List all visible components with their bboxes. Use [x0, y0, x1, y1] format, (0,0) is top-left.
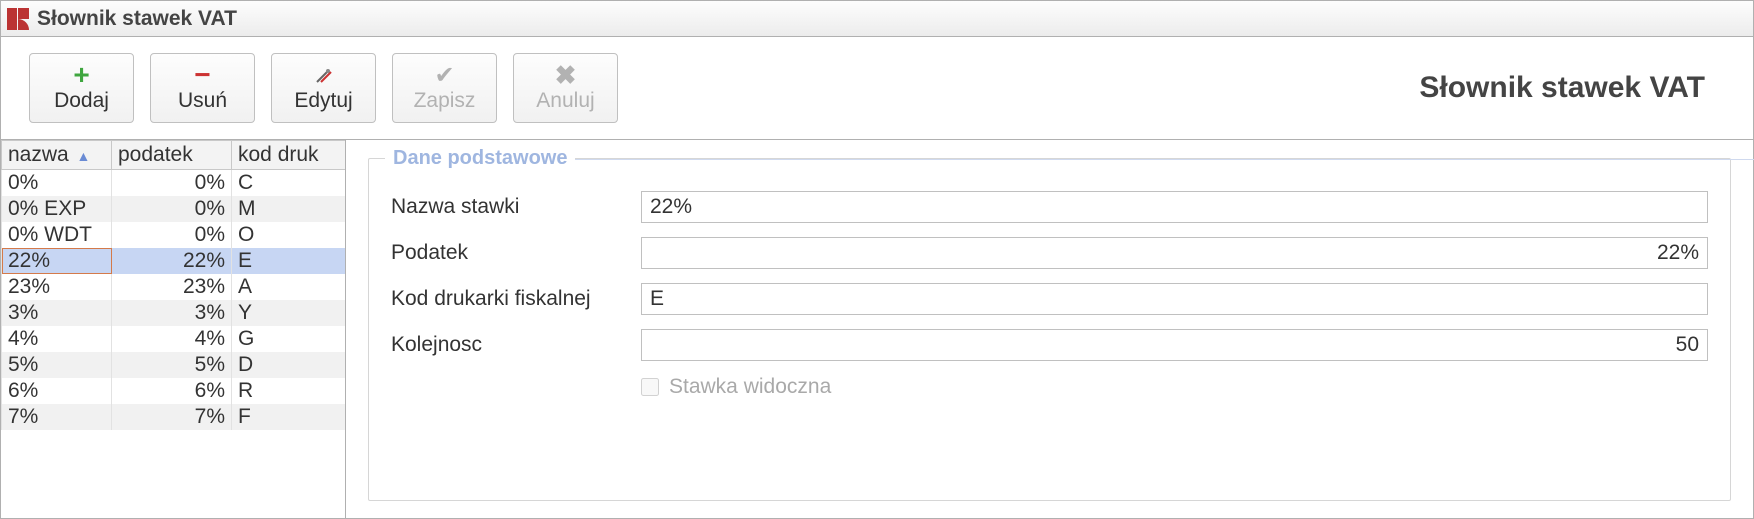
cell-tax: 5%	[112, 352, 232, 378]
save-button: ✔ Zapisz	[392, 53, 497, 123]
row-code: Kod drukarki fiskalnej	[391, 283, 1708, 315]
table-row[interactable]: 4%4%G	[2, 326, 347, 352]
label-code: Kod drukarki fiskalnej	[391, 287, 641, 311]
window-title: Słownik stawek VAT	[37, 7, 237, 31]
cell-code: R	[232, 378, 347, 404]
check-icon: ✔	[434, 63, 454, 87]
col-header-name[interactable]: nazwa ▲	[2, 141, 112, 170]
cell-code: Y	[232, 300, 347, 326]
row-visible: Stawka widoczna	[641, 375, 1708, 399]
cell-name: 5%	[2, 352, 112, 378]
tools-icon	[313, 63, 335, 87]
cell-name: 22%	[2, 248, 112, 274]
cell-tax: 4%	[112, 326, 232, 352]
add-button-label: Dodaj	[54, 89, 109, 113]
detail-panel: Dane podstawowe Nazwa stawki Podatek Kod…	[346, 140, 1753, 519]
titlebar: Słownik stawek VAT	[1, 1, 1753, 37]
row-tax: Podatek	[391, 237, 1708, 269]
cell-tax: 6%	[112, 378, 232, 404]
cell-tax: 7%	[112, 404, 232, 430]
row-order: Kolejnosc	[391, 329, 1708, 361]
col-header-code[interactable]: kod druk	[232, 141, 347, 170]
cancel-button: ✖ Anuluj	[513, 53, 618, 123]
row-name: Nazwa stawki	[391, 191, 1708, 223]
cell-name: 0%	[2, 170, 112, 197]
table-row[interactable]: 7%7%F	[2, 404, 347, 430]
input-code[interactable]	[641, 283, 1708, 315]
cell-tax: 3%	[112, 300, 232, 326]
table-row[interactable]: 0% EXP0%M	[2, 196, 347, 222]
edit-button[interactable]: Edytuj	[271, 53, 376, 123]
delete-button-label: Usuń	[178, 89, 227, 113]
cell-tax: 22%	[112, 248, 232, 274]
label-order: Kolejnosc	[391, 333, 641, 357]
cell-code: G	[232, 326, 347, 352]
col-header-tax[interactable]: podatek	[112, 141, 232, 170]
window: Słownik stawek VAT + Dodaj − Usuń Edytuj…	[0, 0, 1754, 519]
cell-name: 23%	[2, 274, 112, 300]
label-tax: Podatek	[391, 241, 641, 265]
cell-code: O	[232, 222, 347, 248]
input-name[interactable]	[641, 191, 1708, 223]
delete-button[interactable]: − Usuń	[150, 53, 255, 123]
cell-code: F	[232, 404, 347, 430]
app-logo-icon	[7, 8, 29, 30]
table-row[interactable]: 0%0%C	[2, 170, 347, 197]
cell-tax: 0%	[112, 170, 232, 197]
rates-grid[interactable]: nazwa ▲ podatek kod druk 0%0%C0% EXP0%M0…	[1, 140, 346, 519]
cell-name: 0% WDT	[2, 222, 112, 248]
input-order[interactable]	[641, 329, 1708, 361]
fieldset-legend: Dane podstawowe	[385, 147, 575, 170]
cell-code: C	[232, 170, 347, 197]
x-icon: ✖	[555, 63, 577, 87]
cell-name: 7%	[2, 404, 112, 430]
cell-name: 4%	[2, 326, 112, 352]
cell-name: 3%	[2, 300, 112, 326]
table-row[interactable]: 5%5%D	[2, 352, 347, 378]
cell-tax: 23%	[112, 274, 232, 300]
cell-code: D	[232, 352, 347, 378]
table-row[interactable]: 3%3%Y	[2, 300, 347, 326]
cell-name: 6%	[2, 378, 112, 404]
plus-icon: +	[73, 63, 89, 87]
label-name: Nazwa stawki	[391, 195, 641, 219]
cell-code: M	[232, 196, 347, 222]
table-row[interactable]: 0% WDT0%O	[2, 222, 347, 248]
table-row[interactable]: 23%23%A	[2, 274, 347, 300]
input-tax[interactable]	[641, 237, 1708, 269]
grid-header-row: nazwa ▲ podatek kod druk	[2, 141, 347, 170]
table-row[interactable]: 6%6%R	[2, 378, 347, 404]
cell-tax: 0%	[112, 196, 232, 222]
cell-code: A	[232, 274, 347, 300]
checkbox-visible	[641, 378, 659, 396]
cell-tax: 0%	[112, 222, 232, 248]
save-button-label: Zapisz	[414, 89, 476, 113]
minus-icon: −	[194, 63, 210, 87]
add-button[interactable]: + Dodaj	[29, 53, 134, 123]
table-row[interactable]: 22%22%E	[2, 248, 347, 274]
cancel-button-label: Anuluj	[536, 89, 594, 113]
page-title: Słownik stawek VAT	[1419, 71, 1705, 105]
content: nazwa ▲ podatek kod druk 0%0%C0% EXP0%M0…	[1, 140, 1753, 519]
detail-fieldset: Dane podstawowe Nazwa stawki Podatek Kod…	[368, 158, 1731, 501]
cell-name: 0% EXP	[2, 196, 112, 222]
label-visible: Stawka widoczna	[669, 375, 831, 399]
toolbar: + Dodaj − Usuń Edytuj ✔ Zapisz ✖ Anuluj	[1, 37, 1753, 140]
cell-code: E	[232, 248, 347, 274]
edit-button-label: Edytuj	[294, 89, 352, 113]
sort-ascending-icon: ▲	[77, 148, 91, 164]
